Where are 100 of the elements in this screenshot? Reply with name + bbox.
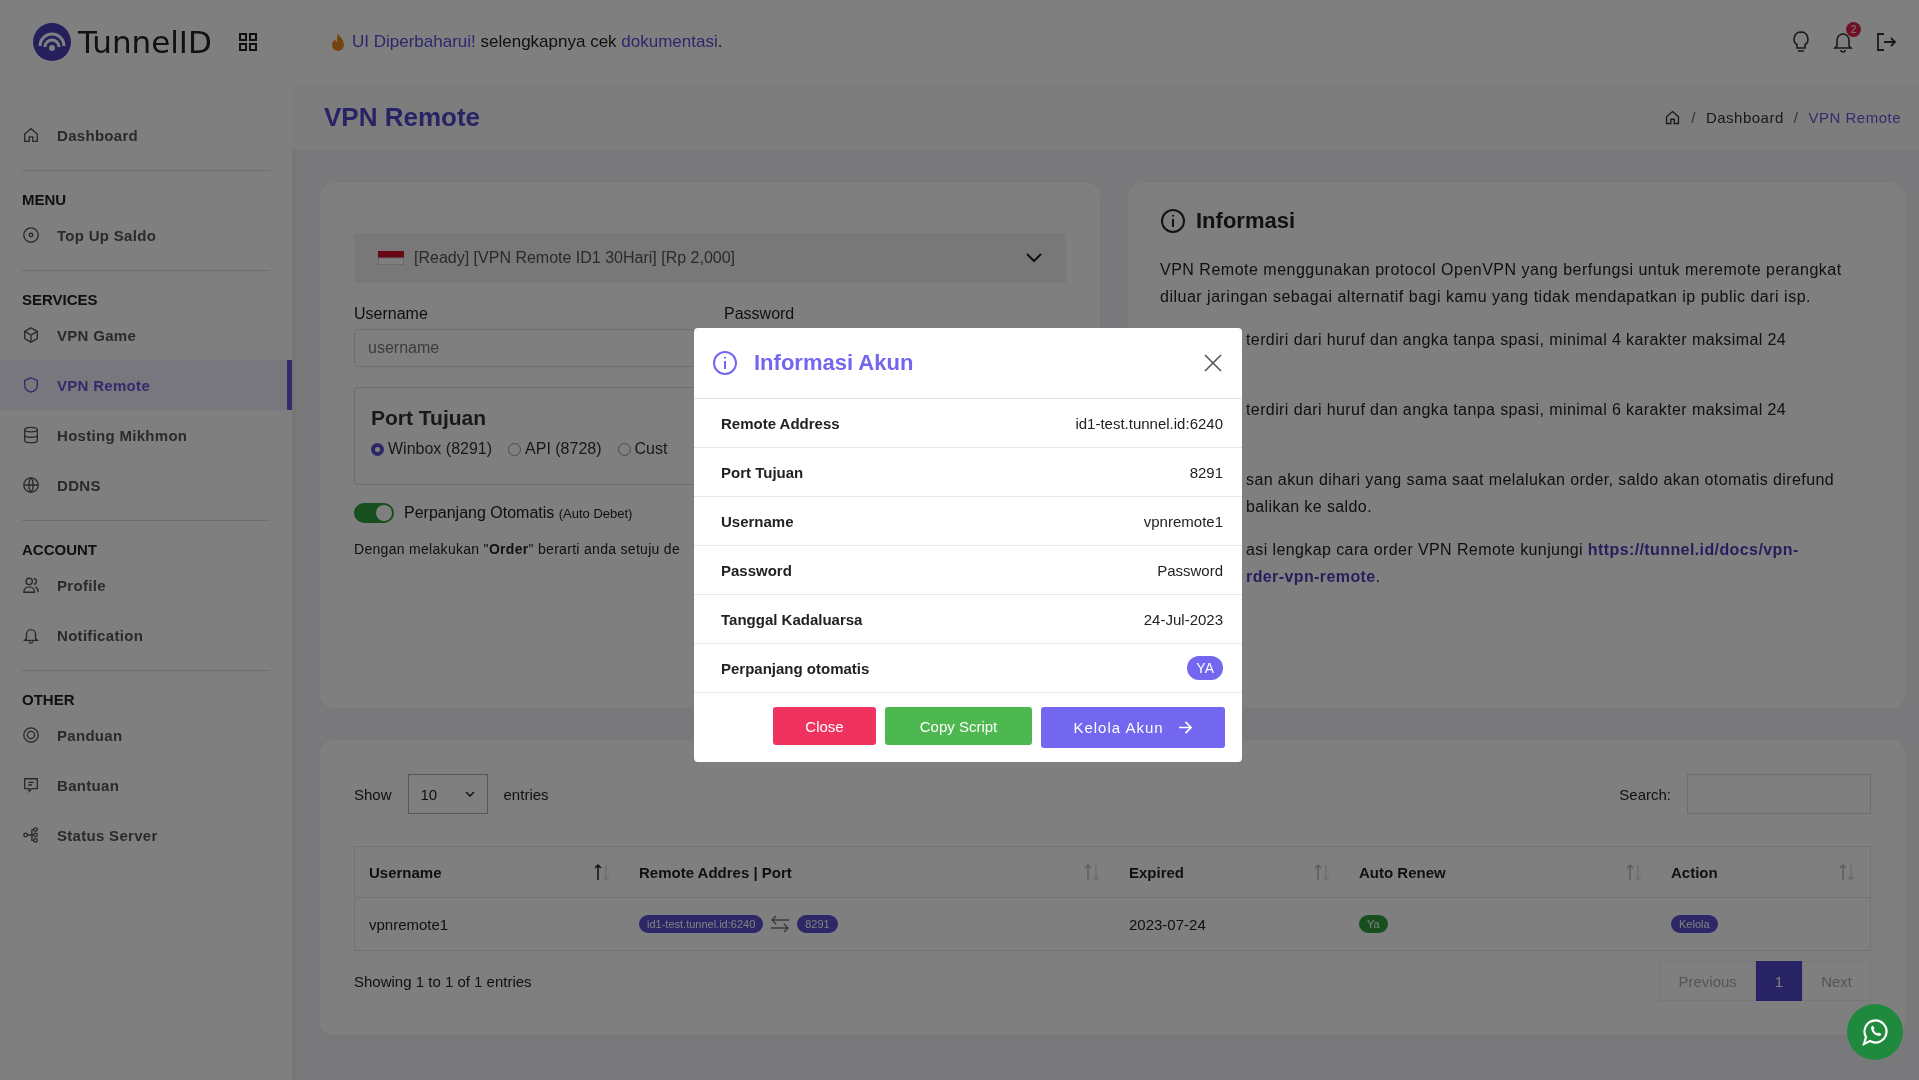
swap-icon [769,915,792,933]
chevron-down-icon [464,791,475,797]
sidebar-item[interactable]: Profile [0,560,292,610]
table-summary: Showing 1 to 1 of 1 entries [354,972,532,990]
update-link[interactable]: UI Diperbaharui! [352,32,476,51]
table-cell-text: vpnremote1 [368,914,450,935]
info-icon [1160,208,1186,234]
address-tag: id1-test.tunnel.id:6240 [639,915,764,933]
bell-icon [22,626,40,644]
grid-icon[interactable] [238,32,258,52]
field-value: 8291 [1189,463,1223,481]
sidebar-item[interactable]: Dashboard [0,110,292,160]
pagination-button[interactable]: 1 [1755,961,1803,1001]
sidebar-item[interactable]: DDNS [0,460,292,510]
docs-link[interactable]: rder-vpn-remote [1246,568,1376,585]
port-radio[interactable]: API (8728) [508,440,602,458]
info-icon [712,350,738,376]
sidebar-item[interactable]: Notification [0,610,292,660]
nav-heading: OTHER [22,691,76,708]
sidebar-item[interactable]: Status Server [0,810,292,860]
logout-icon[interactable] [1875,31,1897,53]
auto-renew-tag: Ya [1359,915,1388,933]
column-header[interactable]: Expired [1115,847,1345,897]
sidebar-item[interactable]: Panduan [0,710,292,760]
cube-icon [22,326,40,344]
whatsapp-icon[interactable] [1847,1004,1903,1060]
info-text: balikan ke saldo. [1246,497,1373,517]
field-label: Remote Address [721,414,840,432]
column-header[interactable]: Remote Addres | Port [625,847,1115,897]
user-icon [22,576,40,594]
close-button[interactable]: Close [773,707,876,745]
port-radio[interactable]: Winbox (8291) [371,440,493,458]
flame-icon [330,32,346,52]
sidebar-item[interactable]: Top Up Saldo [0,210,292,260]
port-radio[interactable]: Cust [617,440,668,458]
arrow-right-icon [1177,721,1193,734]
docs-link[interactable]: https://tunnel.id/docs/vpn- [1587,541,1799,558]
port-title: Port Tujuan [371,406,487,430]
show-label: Show [354,785,392,803]
field-value: 24-Jul-2023 [1143,610,1223,628]
sidebar-item[interactable]: VPN Remote [0,360,292,410]
field-label: Username [721,512,794,530]
nav-heading: SERVICES [22,291,99,308]
announcement-text: UI Diperbaharui! selengkapnya cek dokumentasi. [352,32,723,52]
username-label: Username [354,305,429,323]
logo-icon [32,22,72,62]
auto-renew-label: Perpanjang Otomatis (Auto Debet) [404,504,633,522]
username-field[interactable]: username [354,329,696,367]
copy-button[interactable]: Copy Script [885,707,1032,745]
terms-text: Dengan melakukan "Order" berarti anda setuju de [354,541,682,557]
column-header[interactable]: Action [1657,847,1870,897]
globe-icon [22,476,40,494]
password-label: Password [724,305,796,323]
sidebar-item[interactable]: VPN Game [0,310,292,360]
info-text: terdiri dari huruf dan angka tanpa spasi, minimal 4 karakter maksimal 24 [1246,330,1788,350]
column-header[interactable]: Username [355,847,625,897]
port-tag: 8291 [797,915,838,933]
breadcrumb-separator: / [1691,108,1696,126]
column-header[interactable]: Auto Renew [1345,847,1657,897]
table-cell-text: 2023-07-24 [1128,914,1207,935]
breadcrumb-link[interactable]: Dashboard [1705,108,1784,126]
breadcrumb-separator: / [1793,108,1799,126]
manage-button[interactable]: Kelola Akun [1041,707,1225,748]
manage-link[interactable]: Kelola [1671,915,1718,933]
shield-icon [22,376,40,394]
chevron-down-icon [1026,253,1042,263]
db-icon [22,426,40,444]
info-text: asi lengkap cara order VPN Remote kunjungi https://tunnel.id/docs/vpn- [1246,540,1800,560]
field-label: Tanggal Kadaluarsa [721,610,863,628]
brand-name: TunnelID [78,24,212,60]
documentation-link[interactable]: dokumentasi [621,32,718,51]
bell-icon[interactable] [1833,31,1853,53]
home-icon[interactable] [1664,108,1682,126]
close-icon[interactable] [1204,354,1222,372]
nav-heading: MENU [22,191,68,208]
coin-icon [22,226,40,244]
info-text: terdiri dari huruf dan angka tanpa spasi, minimal 6 karakter maksimal 24 [1246,400,1788,420]
status-tag: YA [1187,656,1223,680]
info-title: Informasi [1196,208,1296,234]
package-select[interactable]: [Ready] [VPN Remote ID1 30Hari] [Rp 2,000] [354,233,1066,283]
sidebar-item[interactable]: Bantuan [0,760,292,810]
page-size-select[interactable]: 10 [407,774,488,814]
info-text: rder-vpn-remote. [1246,567,1382,587]
auto-renew-toggle[interactable] [354,503,394,523]
field-label: Port Tujuan [721,463,804,481]
dialog-title: Informasi Akun [754,350,914,376]
info-text: san akun dihari yang sama saat melalukan order, saldo akan otomatis direfund [1246,470,1836,490]
home-icon [22,126,40,144]
field-value: vpnremote1 [1143,512,1223,530]
sort-icon [1313,862,1331,882]
chat-icon [22,776,40,794]
notification-badge: 2 [1846,22,1861,37]
lightbulb-icon[interactable] [1791,30,1811,54]
search-label: Search: [1619,785,1671,803]
sidebar-item[interactable]: Hosting Mikhmon [0,410,292,460]
entries-label: entries [503,785,549,803]
sort-icon [1083,862,1101,882]
field-value: Password [1157,561,1223,579]
nav-heading: ACCOUNT [22,541,98,558]
breadcrumb-link[interactable]: VPN Remote [1808,108,1901,126]
